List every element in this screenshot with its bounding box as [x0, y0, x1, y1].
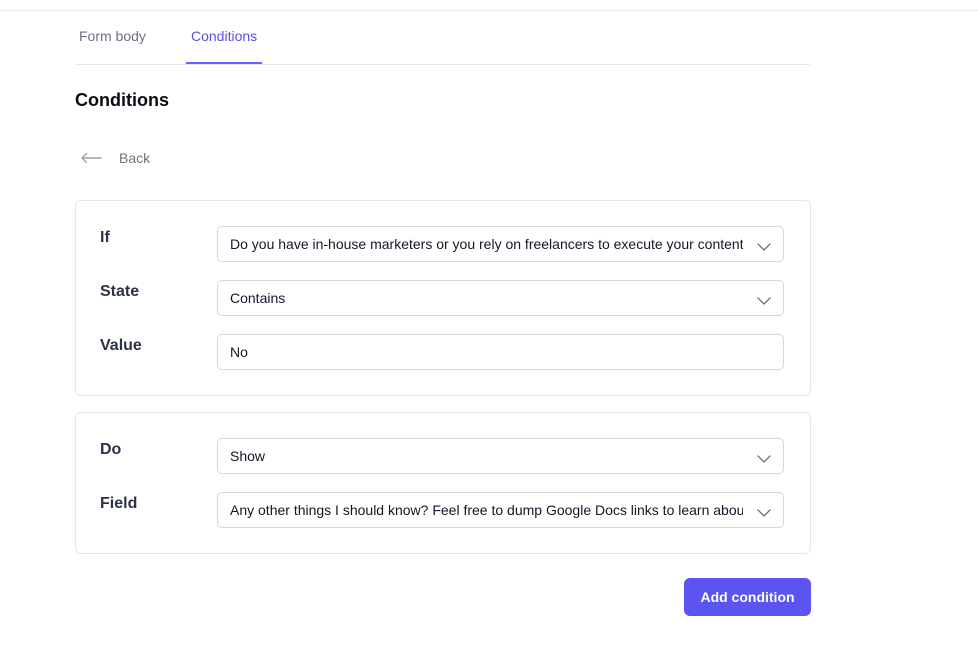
- field-select-value: Any other things I should know? Feel fre…: [230, 502, 743, 518]
- field-label: Field: [100, 495, 138, 512]
- state-label: State: [100, 283, 140, 300]
- do-label: Do: [100, 441, 122, 458]
- do-select[interactable]: Show: [217, 438, 784, 474]
- chevron-down-icon: [757, 504, 771, 522]
- tab-form-body[interactable]: Form body: [79, 11, 146, 63]
- back-label: Back: [119, 150, 151, 166]
- do-select-value: Show: [230, 448, 266, 464]
- chevron-down-icon: [757, 238, 771, 256]
- back-link[interactable]: Back: [80, 145, 150, 171]
- add-condition-button[interactable]: Add condition: [684, 578, 811, 616]
- condition-card: If Do you have in-house marketers or you…: [75, 200, 811, 396]
- value-label: Value: [100, 337, 142, 354]
- arrow-left-icon: [80, 152, 102, 164]
- value-input-text: No: [230, 344, 248, 360]
- chevron-down-icon: [757, 292, 771, 310]
- action-card: Do Show Field Any other things I should …: [75, 412, 811, 554]
- tab-bar: Form body Conditions: [75, 11, 810, 65]
- state-select-value: Contains: [230, 290, 286, 306]
- if-select-value: Do you have in-house marketers or you re…: [230, 236, 743, 252]
- page-title: Conditions: [75, 90, 169, 110]
- value-input[interactable]: No: [217, 334, 784, 370]
- tab-conditions[interactable]: Conditions: [186, 11, 263, 64]
- if-select[interactable]: Do you have in-house marketers or you re…: [217, 226, 784, 262]
- if-label: If: [100, 229, 110, 246]
- chevron-down-icon: [757, 450, 771, 468]
- state-select[interactable]: Contains: [217, 280, 784, 316]
- field-select[interactable]: Any other things I should know? Feel fre…: [217, 492, 784, 528]
